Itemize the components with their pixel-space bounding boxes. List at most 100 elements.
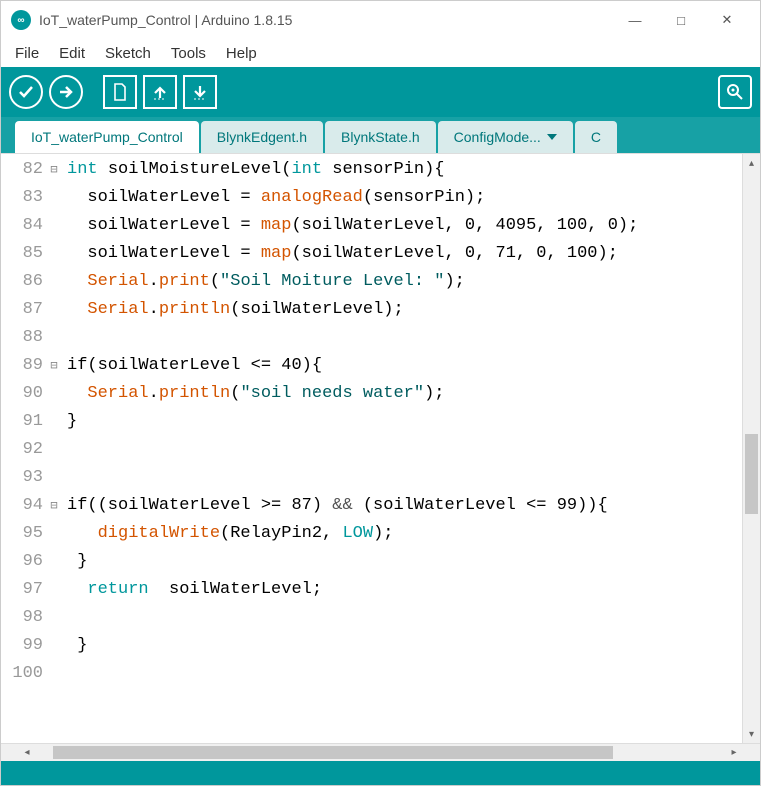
line-number: 87 [1,296,47,324]
code-line: 89⊟if(soilWaterLevel <= 40){ [1,352,742,380]
fold-toggle-icon [47,520,61,548]
fold-toggle-icon[interactable]: ⊟ [47,352,61,380]
tab-label: BlynkState.h [341,129,420,145]
menubar: File Edit Sketch Tools Help [1,39,760,67]
menu-file[interactable]: File [7,43,47,64]
horizontal-scrollbar[interactable]: ◂ ▸ [1,743,760,761]
scroll-down-icon[interactable]: ▾ [743,725,760,743]
code-text[interactable] [61,324,67,352]
serial-monitor-button[interactable] [718,75,752,109]
fold-toggle-icon[interactable]: ⊟ [47,492,61,520]
code-text[interactable]: soilWaterLevel = analogRead(sensorPin); [61,184,485,212]
vertical-scrollbar[interactable]: ▴ ▾ [742,154,760,743]
code-area[interactable]: 82⊟int soilMoistureLevel(int sensorPin){… [1,154,742,743]
code-line: 98 [1,604,742,632]
line-number: 90 [1,380,47,408]
new-button[interactable] [103,75,137,109]
code-line: 95 digitalWrite(RelayPin2, LOW); [1,520,742,548]
fold-toggle-icon [47,632,61,660]
fold-toggle-icon [47,296,61,324]
code-text[interactable] [61,436,67,464]
line-number: 94 [1,492,47,520]
tab-blynkstate[interactable]: BlynkState.h [325,121,436,153]
line-number: 82 [1,156,47,184]
arduino-logo-icon: ∞ [11,10,31,30]
line-number: 93 [1,464,47,492]
line-number: 88 [1,324,47,352]
horizontal-scrollbar-thumb[interactable] [53,746,613,759]
scroll-right-icon[interactable]: ▸ [708,747,760,758]
verify-button[interactable] [9,75,43,109]
code-text[interactable]: int soilMoistureLevel(int sensorPin){ [61,156,445,184]
fold-toggle-icon [47,604,61,632]
code-text[interactable] [61,464,67,492]
line-number: 97 [1,576,47,604]
close-button[interactable]: ✕ [704,5,750,35]
fold-toggle-icon [47,268,61,296]
code-text[interactable]: return soilWaterLevel; [61,576,322,604]
upload-button[interactable] [49,75,83,109]
fold-toggle-icon [47,436,61,464]
code-text[interactable]: if((soilWaterLevel >= 87) && (soilWaterL… [61,492,608,520]
code-text[interactable]: if(soilWaterLevel <= 40){ [61,352,322,380]
save-button[interactable] [183,75,217,109]
code-line: 90 Serial.println("soil needs water"); [1,380,742,408]
code-line: 86 Serial.print("Soil Moiture Level: "); [1,268,742,296]
status-footer [1,761,760,785]
tabstrip: IoT_waterPump_Control BlynkEdgent.h Blyn… [1,117,760,153]
line-number: 84 [1,212,47,240]
line-number: 99 [1,632,47,660]
maximize-button[interactable]: □ [658,5,704,35]
arrow-right-icon [58,84,74,100]
code-text[interactable]: } [61,548,87,576]
code-line: 94⊟if((soilWaterLevel >= 87) && (soilWat… [1,492,742,520]
code-text[interactable]: soilWaterLevel = map(soilWaterLevel, 0, … [61,240,618,268]
fold-toggle-icon [47,464,61,492]
menu-tools[interactable]: Tools [163,43,214,64]
line-number: 85 [1,240,47,268]
menu-edit[interactable]: Edit [51,43,93,64]
code-text[interactable]: } [61,408,77,436]
tab-label: IoT_waterPump_Control [31,129,183,145]
line-number: 91 [1,408,47,436]
fold-toggle-icon [47,576,61,604]
code-line: 87 Serial.println(soilWaterLevel); [1,296,742,324]
code-text[interactable]: } [61,632,87,660]
line-number: 92 [1,436,47,464]
code-text[interactable]: Serial.print("Soil Moiture Level: "); [61,268,465,296]
fold-toggle-icon [47,548,61,576]
code-text[interactable] [61,604,67,632]
line-number: 83 [1,184,47,212]
open-button[interactable] [143,75,177,109]
check-icon [18,84,34,100]
code-line: 93 [1,464,742,492]
tab-label: BlynkEdgent.h [217,129,307,145]
code-line: 91} [1,408,742,436]
vertical-scrollbar-thumb[interactable] [745,434,758,514]
fold-toggle-icon[interactable]: ⊟ [47,156,61,184]
minimize-button[interactable]: — [612,5,658,35]
code-text[interactable]: Serial.println(soilWaterLevel); [61,296,404,324]
fold-toggle-icon [47,408,61,436]
scroll-up-icon[interactable]: ▴ [743,154,760,172]
code-text[interactable] [61,660,67,688]
arrow-down-icon [192,84,208,100]
line-number: 100 [1,660,47,688]
tab-blynkedgent[interactable]: BlynkEdgent.h [201,121,323,153]
scroll-left-icon[interactable]: ◂ [1,747,53,758]
chevron-down-icon [547,134,557,140]
code-text[interactable]: digitalWrite(RelayPin2, LOW); [61,520,393,548]
code-text[interactable]: soilWaterLevel = map(soilWaterLevel, 0, … [61,212,638,240]
tab-overflow[interactable]: C [575,121,617,153]
menu-sketch[interactable]: Sketch [97,43,159,64]
fold-toggle-icon [47,240,61,268]
tab-main[interactable]: IoT_waterPump_Control [15,121,199,153]
code-text[interactable]: Serial.println("soil needs water"); [61,380,445,408]
file-icon [112,83,128,101]
code-line: 100 [1,660,742,688]
menu-help[interactable]: Help [218,43,265,64]
tab-configmode[interactable]: ConfigMode... [438,121,573,153]
line-number: 86 [1,268,47,296]
fold-toggle-icon [47,380,61,408]
line-number: 95 [1,520,47,548]
